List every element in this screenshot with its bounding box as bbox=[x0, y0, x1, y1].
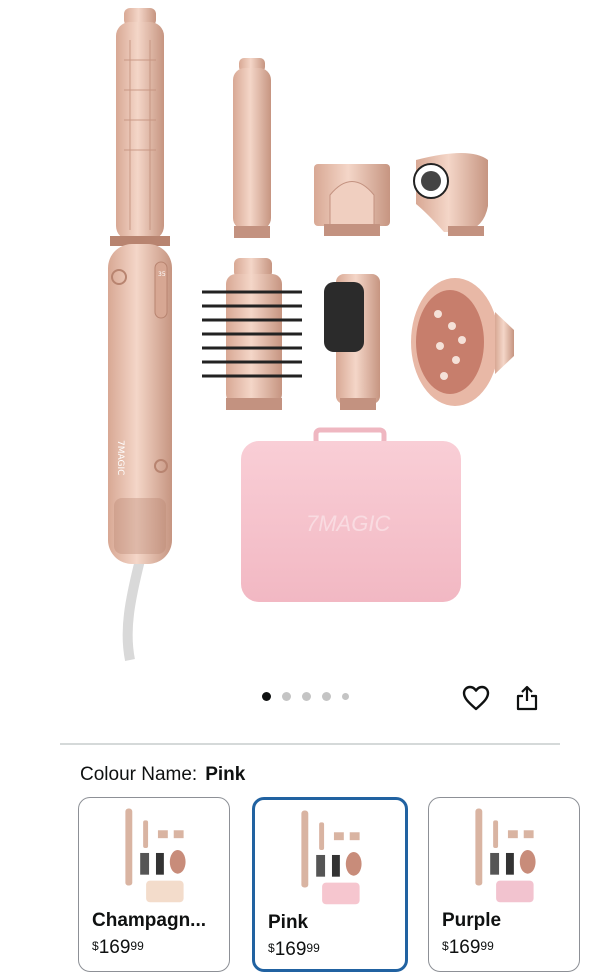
round-brush-attachment bbox=[202, 258, 302, 410]
share-button[interactable] bbox=[512, 683, 542, 713]
carousel-dot[interactable] bbox=[262, 692, 271, 701]
device-heat-label: 35 bbox=[158, 271, 166, 278]
price-currency: $ bbox=[268, 941, 275, 955]
swatch-name: Purple bbox=[442, 910, 502, 931]
price-whole: 169 bbox=[448, 937, 481, 958]
colour-name-row: Colour Name: Pink bbox=[80, 764, 245, 786]
case-brand-text: 7MAGIC bbox=[306, 511, 390, 536]
heart-icon bbox=[462, 685, 490, 711]
price-currency: $ bbox=[92, 939, 99, 953]
price-whole: 169 bbox=[274, 939, 307, 960]
device-brand-text: 7MAGIC bbox=[115, 440, 125, 475]
swatch-name: Champagn... bbox=[92, 910, 207, 931]
swatch-thumbnail bbox=[125, 808, 186, 903]
colour-selected-value: Pink bbox=[205, 764, 246, 785]
swatch-thumbnail bbox=[301, 810, 362, 905]
diffuser-attachment bbox=[411, 278, 514, 406]
wishlist-button[interactable] bbox=[461, 683, 491, 713]
share-icon bbox=[516, 685, 538, 711]
smoothing-nozzle-attachment bbox=[413, 153, 488, 236]
price-fraction: 99 bbox=[130, 939, 144, 953]
colour-swatch-champagn[interactable]: Champagn... $16999 bbox=[78, 797, 230, 972]
carousel-indicator bbox=[262, 692, 349, 701]
price-whole: 169 bbox=[98, 937, 131, 958]
storage-case: 7MAGIC bbox=[241, 427, 461, 602]
colour-swatch-pink[interactable]: Pink $16999 bbox=[252, 797, 408, 972]
curling-barrel-attachment bbox=[233, 58, 271, 238]
divider bbox=[60, 743, 560, 745]
swatch-name: Pink bbox=[268, 912, 309, 933]
swatch-price: $16999 bbox=[442, 937, 494, 959]
paddle-brush-attachment bbox=[324, 274, 380, 410]
colour-label: Colour Name: bbox=[80, 764, 198, 785]
carousel-dot[interactable] bbox=[282, 692, 291, 701]
swatch-price: $16999 bbox=[92, 937, 144, 959]
hair-styler-device: 35 7MAGIC bbox=[108, 8, 172, 661]
price-fraction: 99 bbox=[306, 941, 320, 955]
swatch-thumbnail bbox=[475, 808, 536, 903]
carousel-dot[interactable] bbox=[342, 693, 349, 700]
colour-swatch-purple[interactable]: Purple $16999 bbox=[428, 797, 580, 972]
price-currency: $ bbox=[442, 939, 449, 953]
price-fraction: 99 bbox=[480, 939, 494, 953]
carousel-dot[interactable] bbox=[302, 692, 311, 701]
swatch-price: $16999 bbox=[268, 939, 320, 961]
concentrator-attachment bbox=[314, 164, 390, 236]
product-image[interactable]: 35 7MAGIC 7MAGIC bbox=[0, 0, 596, 670]
carousel-dot[interactable] bbox=[322, 692, 331, 701]
